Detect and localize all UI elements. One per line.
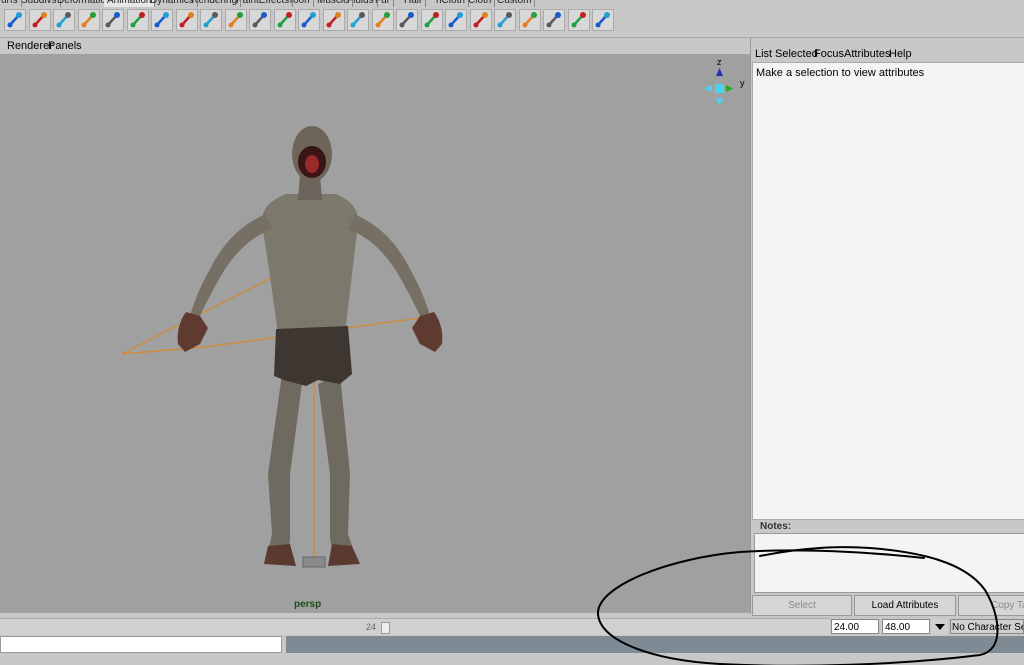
attribute-editor-body: Make a selection to view attributes xyxy=(752,62,1024,520)
joint-tool-icon[interactable] xyxy=(28,9,51,31)
panels-menu[interactable]: Panels xyxy=(48,40,82,53)
copy-tab-button[interactable]: Copy Tab xyxy=(958,595,1024,616)
shelf-tab-fur[interactable]: Fur xyxy=(372,0,394,7)
command-result-field xyxy=(286,636,1024,653)
mirror-joint-icon[interactable] xyxy=(102,9,124,31)
set-key-icon[interactable] xyxy=(371,9,394,31)
time-slider-handle[interactable]: 24 xyxy=(366,621,390,634)
orient-joint-icon[interactable] xyxy=(126,9,149,31)
command-line-input[interactable] xyxy=(0,636,282,653)
paint-weights-icon[interactable] xyxy=(200,9,222,31)
ik-handle-icon[interactable] xyxy=(4,9,26,31)
view-cube-face[interactable] xyxy=(715,84,724,93)
viewport-scene xyxy=(121,126,443,568)
character-model xyxy=(177,126,443,568)
viewport-menu-bar: Renderer Panels xyxy=(0,38,750,54)
axis-z-label: z xyxy=(717,57,722,67)
ae-menu-list[interactable]: List xyxy=(755,48,772,61)
character-set-menu[interactable]: No Character Set xyxy=(950,619,1024,634)
notes-field[interactable] xyxy=(754,533,1024,593)
ae-menu-help[interactable]: Help xyxy=(889,48,912,61)
load-attributes-button[interactable]: Load Attributes xyxy=(854,595,956,616)
character-blend-icon[interactable] xyxy=(273,9,296,31)
shelf-tab-custom[interactable]: Custom xyxy=(494,0,536,7)
insert-joint-icon[interactable] xyxy=(77,9,100,31)
selection-hint: Make a selection to view attributes xyxy=(756,67,925,79)
range-dropdown-arrow[interactable] xyxy=(931,619,948,634)
ae-menu-focus[interactable]: Focus xyxy=(814,48,844,61)
help-line xyxy=(0,655,1024,665)
rigid-bind-icon[interactable] xyxy=(224,9,247,31)
pose-icon[interactable] xyxy=(322,9,345,31)
range-max-field[interactable]: 48.00 xyxy=(882,619,930,634)
full-body-ik-icon[interactable] xyxy=(298,9,320,31)
shelf-tab-toon[interactable]: Toon xyxy=(285,0,314,7)
create-character-icon[interactable] xyxy=(249,9,271,31)
attribute-editor-menu: List Selected Focus Attributes Help xyxy=(752,46,1024,62)
axis-icon[interactable] xyxy=(567,9,590,31)
shelf-tab-hair[interactable]: Hair xyxy=(401,0,427,7)
current-frame: 24 xyxy=(366,622,377,632)
detach-skin-icon[interactable] xyxy=(175,9,198,31)
sphere-icon[interactable] xyxy=(592,9,614,31)
select-button[interactable]: Select xyxy=(752,595,852,616)
wire-icon[interactable] xyxy=(445,9,467,31)
notes-label: Notes: xyxy=(760,521,792,532)
star-icon[interactable] xyxy=(469,9,492,31)
motion-trail-icon[interactable] xyxy=(396,9,418,31)
bind-skin-icon[interactable] xyxy=(151,9,173,31)
shelf-toolbar xyxy=(0,7,1024,38)
ae-menu-selected[interactable]: Selected xyxy=(775,48,818,61)
shelf-tab-cloth[interactable]: Cloth xyxy=(465,0,496,7)
shelf-tabs: urfs Subdivs Deformation Animation Dynamics R… xyxy=(0,0,1024,7)
skeleton-icon[interactable] xyxy=(347,9,369,31)
shelf-tab-ncloth[interactable]: nCloth xyxy=(433,0,469,7)
constraint-icon[interactable] xyxy=(494,9,516,31)
perspective-viewport[interactable]: persp xyxy=(0,54,750,613)
range-end-field[interactable]: 24.00 xyxy=(831,619,879,634)
camera-label: persp xyxy=(294,599,322,610)
renderer-menu[interactable]: Renderer xyxy=(7,40,53,53)
locator-icon[interactable] xyxy=(518,9,541,31)
ik-spline-icon[interactable] xyxy=(53,9,75,31)
axis-y-label: y xyxy=(740,78,745,88)
view-axis-gizmo[interactable]: z y xyxy=(700,57,748,108)
dynamic-icon[interactable] xyxy=(543,9,565,31)
time-slider[interactable]: 24 xyxy=(0,618,830,635)
sculpt-icon[interactable] xyxy=(420,9,443,31)
ae-menu-attributes[interactable]: Attributes xyxy=(844,48,890,61)
